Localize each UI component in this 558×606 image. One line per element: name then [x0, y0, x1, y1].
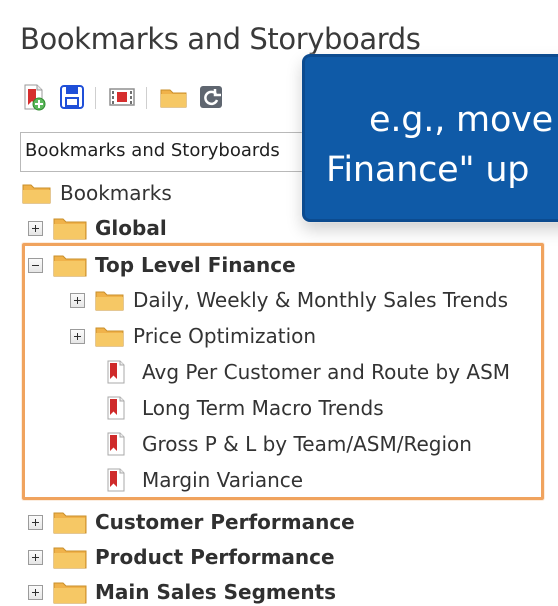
callout-line-2: Finance" up — [326, 150, 530, 190]
highlight-box — [22, 243, 544, 500]
storyboard-icon — [109, 88, 135, 106]
expand-toggle[interactable] — [28, 584, 43, 600]
storyboard-button[interactable] — [108, 83, 136, 111]
tree-item-product-performance[interactable]: Product Performance — [28, 540, 335, 574]
tree-item-customer-performance[interactable]: Customer Performance — [28, 505, 355, 539]
tree-item-label: Global — [95, 216, 167, 240]
tree-item-label: Bookmarks — [60, 181, 172, 205]
save-button[interactable] — [58, 83, 86, 111]
refresh-icon — [200, 86, 222, 108]
toolbar-separator — [95, 87, 96, 109]
new-bookmark-button[interactable] — [20, 83, 48, 111]
new-bookmark-icon — [24, 84, 46, 111]
folder-icon — [22, 184, 51, 204]
save-icon — [60, 85, 84, 109]
expand-toggle[interactable] — [28, 549, 43, 565]
toolbar-separator — [146, 87, 147, 109]
callout-line-1: e.g., move "Top Level — [369, 100, 558, 140]
toolbar — [20, 78, 320, 118]
bookmark-source-dropdown[interactable]: Bookmarks and Storyboards — [20, 132, 320, 172]
tree-item-bookmarks-root[interactable]: Bookmarks — [22, 176, 172, 210]
refresh-button[interactable] — [197, 83, 225, 111]
folder-icon — [53, 547, 87, 569]
bookmarks-panel-window: Bookmarks and Storyboards Bookmarks and … — [0, 0, 558, 606]
expand-toggle[interactable] — [28, 514, 43, 530]
tree-item-main-sales-segments[interactable]: Main Sales Segments — [28, 575, 336, 606]
instruction-callout: e.g., move "Top Level Finance" up — [302, 54, 558, 222]
tree-item-label: Customer Performance — [95, 510, 355, 534]
open-folder-button[interactable] — [159, 83, 187, 111]
folder-icon — [53, 512, 87, 534]
tree-item-global[interactable]: Global — [28, 211, 167, 245]
tree-item-label: Product Performance — [95, 545, 335, 569]
folder-icon — [160, 89, 187, 108]
expand-toggle[interactable] — [28, 220, 43, 236]
dropdown-selected-value: Bookmarks and Storyboards — [25, 140, 280, 161]
tree-item-label: Main Sales Segments — [95, 580, 337, 604]
folder-icon — [53, 218, 87, 240]
folder-icon — [53, 582, 87, 604]
